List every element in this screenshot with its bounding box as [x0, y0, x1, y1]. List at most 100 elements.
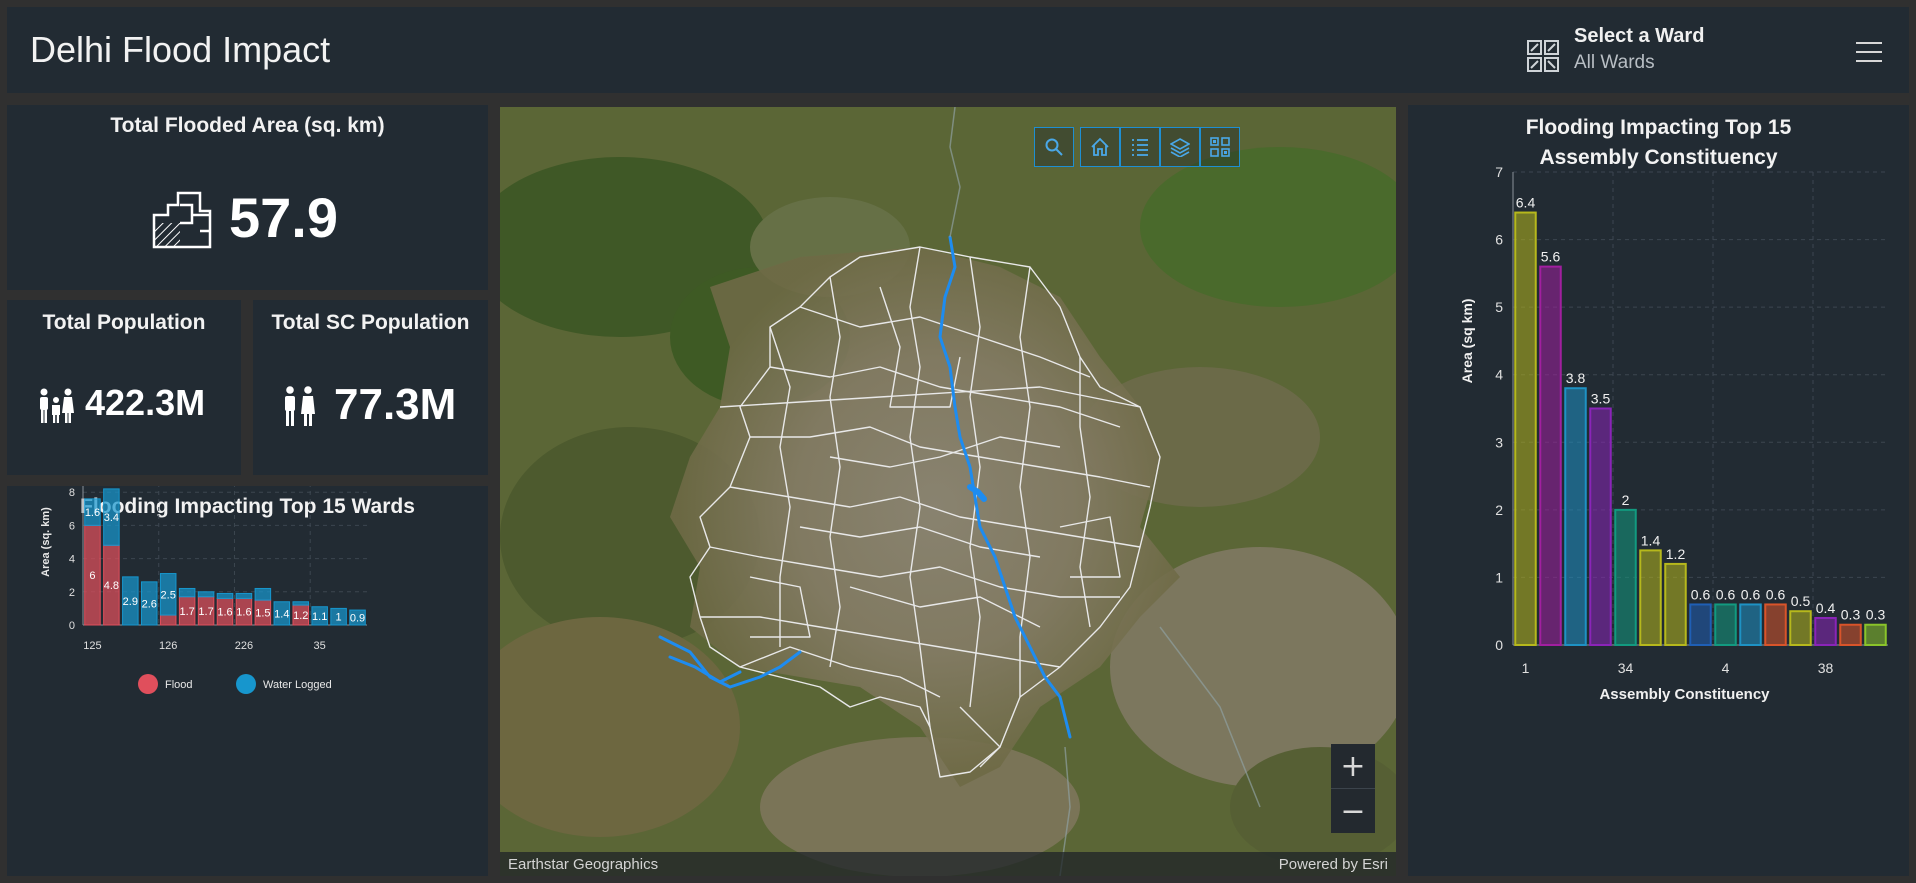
satellite-map[interactable] [500, 107, 1396, 876]
wards-flood-data-label: 1.7 [179, 606, 194, 618]
ac-bar[interactable] [1539, 265, 1562, 646]
ac-bar[interactable] [1814, 616, 1837, 647]
wards-bar-water-logged[interactable] [197, 591, 215, 598]
ac-x-axis-label: Assembly Constituency [1599, 686, 1770, 703]
ac-data-label: 0.6 [1716, 586, 1736, 602]
ac-y-tick-label: 2 [1495, 502, 1503, 518]
ac-bar[interactable] [1789, 610, 1812, 647]
ward-selector-icon[interactable] [1527, 40, 1559, 72]
ac-x-tick-label: 1 [1522, 660, 1530, 676]
ac-bar[interactable] [1639, 549, 1662, 646]
wards-x-tick-label: 35 [314, 640, 326, 652]
ac-data-label: 2 [1622, 492, 1630, 508]
qr-grid-icon [1210, 137, 1230, 157]
wards-water-data-label: 1.4 [274, 608, 289, 620]
zoom-in-button[interactable]: + [1331, 744, 1375, 788]
ac-bar[interactable] [1864, 623, 1887, 647]
legend-flood-swatch[interactable] [138, 674, 158, 694]
ac-bar[interactable] [1764, 603, 1787, 647]
attribution-source: Earthstar Geographics [508, 856, 659, 873]
ac-bar[interactable] [1664, 562, 1687, 646]
map-basemap-button[interactable] [1200, 127, 1240, 167]
map-view[interactable]: + − Earthstar Geographics Powered by Esr… [500, 107, 1396, 876]
ac-bar[interactable] [1614, 508, 1637, 646]
zoom-in-icon: + [1340, 748, 1366, 784]
wards-flood-data-label: 4.8 [104, 580, 119, 592]
layers-icon [1170, 138, 1190, 157]
family-icon [40, 388, 74, 423]
ac-y-tick-label: 7 [1495, 164, 1503, 180]
ac-bar[interactable] [1839, 623, 1862, 647]
ac-x-tick-label: 34 [1618, 660, 1634, 676]
map-attribution-bar: Earthstar Geographics Powered by Esri [500, 852, 1396, 876]
map-legend-button[interactable] [1120, 127, 1160, 167]
ac-bar[interactable] [1739, 603, 1762, 647]
ac-data-label: 0.5 [1791, 593, 1811, 609]
hamburger-menu-icon[interactable] [1856, 40, 1884, 64]
legend-flood-label[interactable]: Flood [165, 679, 193, 691]
ac-x-tick-label: 38 [1818, 660, 1834, 676]
ac-data-label: 3.8 [1566, 370, 1586, 386]
ac-bar[interactable] [1589, 407, 1612, 646]
wards-y-tick-label: 6 [69, 520, 75, 532]
ac-bar[interactable] [1714, 603, 1737, 647]
ac-data-label: 0.3 [1841, 607, 1861, 623]
wards-flood-data-label: 1.6 [217, 607, 232, 619]
home-icon [1091, 137, 1109, 156]
wards-flood-data-label: 6 [89, 570, 95, 582]
map-home-button[interactable] [1080, 127, 1120, 167]
sc-population-card: Total SC Population 77.3M [253, 300, 488, 475]
ac-data-label: 6.4 [1516, 195, 1536, 211]
wards-x-tick-label: 226 [235, 640, 253, 652]
map-layers-button[interactable] [1160, 127, 1200, 167]
wards-flood-data-label: 1.6 [236, 607, 251, 619]
wards-bar-water-logged[interactable] [235, 592, 253, 599]
wards-water-data-label: 3.4 [104, 512, 119, 524]
wards-bar-water-logged[interactable] [254, 587, 272, 601]
ac-bar[interactable] [1514, 211, 1537, 647]
wards-chart: 0246810Area (sq. km)61.64.83.42.92.62.51… [40, 486, 367, 694]
ac-y-tick-label: 1 [1495, 569, 1503, 585]
ac-data-label: 0.6 [1741, 586, 1761, 602]
ac-y-tick-label: 4 [1495, 367, 1503, 383]
legend-water-logged-label[interactable]: Water Logged [263, 679, 332, 691]
wards-water-data-label: 2.9 [123, 596, 138, 608]
ac-data-label: 0.4 [1816, 600, 1836, 616]
population-title: Total Population [42, 311, 206, 334]
ward-selector-value[interactable]: All Wards [1574, 52, 1655, 74]
couple-icon [285, 386, 315, 426]
wards-bar-water-logged[interactable] [216, 592, 234, 599]
ac-bar[interactable] [1689, 603, 1712, 647]
legend-water-logged-swatch[interactable] [236, 674, 256, 694]
ac-y-tick-label: 5 [1495, 299, 1503, 315]
ac-bar[interactable] [1564, 387, 1587, 646]
flooded-area-value: 57.9 [229, 186, 338, 249]
attribution-powered-by[interactable]: Powered by Esri [1279, 856, 1388, 873]
ward-selector-label[interactable]: Select a Ward [1574, 25, 1704, 48]
wards-bar-water-logged[interactable] [292, 601, 309, 606]
ac-data-label: 0.6 [1691, 586, 1711, 602]
flooded-area-card: Total Flooded Area (sq. km) 57.9 [7, 105, 488, 290]
zoom-out-button[interactable]: − [1331, 788, 1375, 833]
ac-chart-card: Flooding Impacting Top 15 Assembly Const… [1408, 105, 1909, 876]
population-value: 422.3M [85, 382, 206, 423]
wards-y-axis-label: Area (sq. km) [40, 507, 52, 577]
ac-data-label: 1.4 [1641, 532, 1661, 548]
ac-data-label: 3.5 [1591, 391, 1611, 407]
ac-data-label: 0.6 [1766, 586, 1786, 602]
search-icon [1045, 138, 1063, 156]
sc-population-value: 77.3M [334, 380, 457, 429]
map-search-button[interactable] [1034, 127, 1074, 167]
wards-bar-flood[interactable] [159, 614, 177, 626]
wards-bar-water-logged[interactable] [178, 587, 196, 598]
wards-x-tick-label: 125 [83, 640, 101, 652]
wards-y-tick-label: 2 [69, 587, 75, 599]
wards-water-data-label: 2.6 [142, 598, 157, 610]
ac-y-axis-label: Area (sq km) [1459, 299, 1475, 384]
ac-data-label: 5.6 [1541, 249, 1561, 265]
wards-y-tick-label: 4 [69, 554, 75, 566]
wards-y-tick-label: 0 [69, 620, 75, 632]
wards-flood-data-label: 1.7 [198, 606, 213, 618]
legend-list-icon [1132, 139, 1148, 156]
wards-flood-data-label: 1.5 [255, 608, 270, 620]
